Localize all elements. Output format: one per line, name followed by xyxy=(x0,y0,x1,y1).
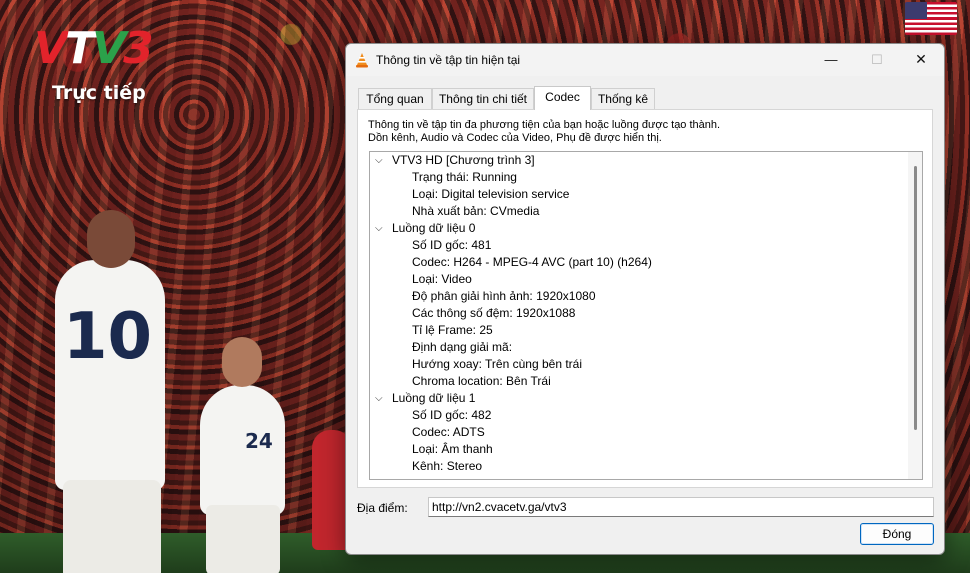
tree-item-row[interactable]: Hướng xoay: Trên cùng bên trái xyxy=(370,356,910,373)
player-head xyxy=(222,337,262,387)
tree-item-row[interactable]: Nhà xuất bản: CVmedia xyxy=(370,203,910,220)
tree-group-row[interactable]: ⌵ Luồng dữ liệu 0 xyxy=(370,220,910,237)
channel-logo: VTV3 Trực tiếp xyxy=(34,26,169,116)
codec-description: Thông tin về tập tin đa phương tiện của … xyxy=(368,119,918,145)
maximize-button[interactable]: ☐ xyxy=(854,44,900,76)
scrollbar-thumb[interactable] xyxy=(914,166,917,430)
tree-item-row[interactable]: Chroma location: Bên Trái xyxy=(370,373,910,390)
tree-item-row[interactable]: Trạng thái: Running xyxy=(370,169,910,186)
tab-statistics[interactable]: Thống kê xyxy=(591,88,655,109)
tree-rows: ⌵ VTV3 HD [Chương trình 3] Trạng thái: Run… xyxy=(370,152,910,475)
vlc-cone-icon xyxy=(356,53,368,68)
close-window-button[interactable]: ✕ xyxy=(898,44,944,76)
jersey-number: 24 xyxy=(245,429,273,453)
location-label: Địa điểm: xyxy=(357,501,408,515)
media-info-dialog: Thông tin về tập tin hiện tại — ☐ ✕ Tổng… xyxy=(345,43,945,555)
tree-group-row[interactable]: ⌵ Luồng dữ liệu 1 xyxy=(370,390,910,407)
close-button[interactable]: Đóng xyxy=(860,523,934,545)
tab-overview[interactable]: Tổng quan xyxy=(358,88,432,109)
tree-item-row[interactable]: Tỉ lệ Frame: 25 xyxy=(370,322,910,339)
player-shorts xyxy=(206,505,280,573)
vertical-scrollbar[interactable] xyxy=(908,152,922,479)
us-flag-icon xyxy=(905,2,957,35)
player-shorts xyxy=(63,480,161,573)
tree-item-row[interactable]: Loại: Video xyxy=(370,271,910,288)
minimize-button[interactable]: — xyxy=(808,44,854,76)
tree-item-row[interactable]: Kênh: Stereo xyxy=(370,458,910,475)
dialog-title: Thông tin về tập tin hiện tại xyxy=(376,53,521,67)
tree-item-row[interactable]: Các thông số đệm: 1920x1088 xyxy=(370,305,910,322)
tree-item-row[interactable]: Định dạng giải mã: xyxy=(370,339,910,356)
chevron-down-icon[interactable]: ⌵ xyxy=(375,152,387,169)
tree-item-row[interactable]: Độ phân giải hình ảnh: 1920x1080 xyxy=(370,288,910,305)
jersey-number: 10 xyxy=(63,300,153,374)
vtv3-logo-mark: VTV3 xyxy=(34,23,154,74)
chevron-down-icon[interactable]: ⌵ xyxy=(375,390,387,407)
tab-details[interactable]: Thông tin chi tiết xyxy=(432,88,534,109)
chevron-down-icon[interactable]: ⌵ xyxy=(375,220,387,237)
description-line: Dồn kênh, Audio và Codec của Video, Phụ … xyxy=(368,132,662,144)
tree-item-row[interactable]: Loại: Âm thanh xyxy=(370,441,910,458)
tree-item-row[interactable]: Loại: Digital television service xyxy=(370,186,910,203)
description-line: Thông tin về tập tin đa phương tiện của … xyxy=(368,119,721,131)
tree-group-row[interactable]: ⌵ VTV3 HD [Chương trình 3] xyxy=(370,152,910,169)
location-field[interactable] xyxy=(428,497,934,517)
tree-item-row[interactable]: Codec: ADTS xyxy=(370,424,910,441)
tree-item-row[interactable]: Số ID gốc: 482 xyxy=(370,407,910,424)
codec-panel: Thông tin về tập tin đa phương tiện của … xyxy=(357,109,933,488)
codec-tree[interactable]: ⌵ VTV3 HD [Chương trình 3] Trạng thái: Run… xyxy=(369,151,923,480)
tree-item-row[interactable]: Codec: H264 - MPEG-4 AVC (part 10) (h264… xyxy=(370,254,910,271)
tree-item-row[interactable]: Số ID gốc: 481 xyxy=(370,237,910,254)
tree-group-label: Luồng dữ liệu 0 xyxy=(392,221,476,235)
tree-group-label: Luồng dữ liệu 1 xyxy=(392,391,476,405)
live-label: Trực tiếp xyxy=(52,82,146,104)
player-10: 10 xyxy=(55,210,165,573)
player-24: 24 xyxy=(200,337,285,573)
tree-group-label: VTV3 HD [Chương trình 3] xyxy=(392,153,535,167)
player-head xyxy=(87,210,135,268)
title-bar[interactable]: Thông tin về tập tin hiện tại — ☐ ✕ xyxy=(346,44,944,76)
tab-codec[interactable]: Codec xyxy=(534,86,591,110)
